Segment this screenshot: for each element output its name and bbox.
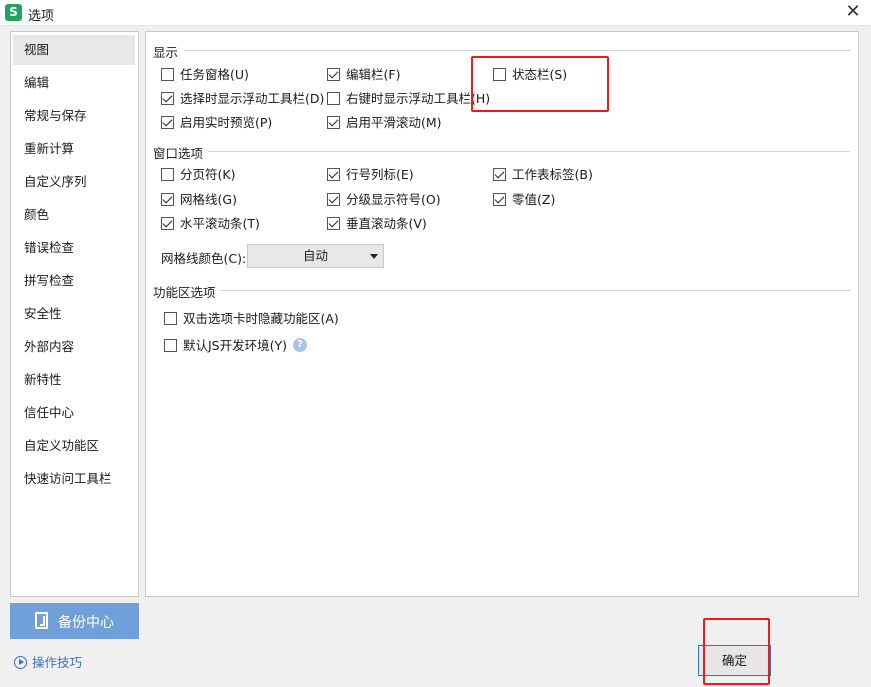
checkbox[interactable] xyxy=(164,312,177,325)
option-vertical-scrollbar[interactable]: 垂直滚动条(V) xyxy=(327,216,427,234)
grid-color-dropdown[interactable]: 自动 xyxy=(247,244,384,268)
checkbox-checked[interactable] xyxy=(493,168,506,181)
section-divider xyxy=(184,50,850,51)
checkbox[interactable] xyxy=(161,168,174,181)
section-title-ribbon-options: 功能区选项 xyxy=(153,285,216,300)
title-bar: S 选项 ✕ xyxy=(0,0,871,26)
option-horizontal-scrollbar[interactable]: 水平滚动条(T) xyxy=(161,216,260,234)
sidebar-item-spell-check[interactable]: 拼写检查 xyxy=(13,266,135,296)
backup-center-label: 备份中心 xyxy=(58,615,114,631)
checkbox-checked[interactable] xyxy=(327,193,340,206)
sidebar-item-view[interactable]: 视图 xyxy=(13,35,135,65)
option-task-pane[interactable]: 任务窗格(U) xyxy=(161,67,249,85)
option-row-col-headers[interactable]: 行号列标(E) xyxy=(327,167,414,185)
backup-icon xyxy=(35,612,48,629)
backup-center-button[interactable]: 备份中心 xyxy=(10,603,139,639)
section-divider xyxy=(220,290,850,291)
option-page-break[interactable]: 分页符(K) xyxy=(161,167,235,185)
option-gridlines[interactable]: 网格线(G) xyxy=(161,192,237,210)
operation-tips-link[interactable]: 操作技巧 xyxy=(14,652,82,671)
sidebar-item-color[interactable]: 颜色 xyxy=(13,200,135,230)
section-title-display: 显示 xyxy=(153,45,179,60)
section-title-window-options: 窗口选项 xyxy=(153,146,204,161)
sidebar-item-security[interactable]: 安全性 xyxy=(13,299,135,329)
chevron-down-icon xyxy=(370,254,378,259)
sidebar-item-error-check[interactable]: 错误检查 xyxy=(13,233,135,263)
option-outline-symbols[interactable]: 分级显示符号(O) xyxy=(327,192,441,210)
option-float-toolbar-on-select[interactable]: 选择时显示浮动工具栏(D) xyxy=(161,91,324,109)
option-live-preview[interactable]: 启用实时预览(P) xyxy=(161,115,272,133)
ok-button-highlight-box xyxy=(703,618,770,685)
checkbox-checked[interactable] xyxy=(161,217,174,230)
checkbox-checked[interactable] xyxy=(327,116,340,129)
sidebar-item-trust-center[interactable]: 信任中心 xyxy=(13,398,135,428)
option-formula-bar[interactable]: 编辑栏(F) xyxy=(327,67,400,85)
checkbox[interactable] xyxy=(161,68,174,81)
wps-app-icon: S xyxy=(5,4,22,21)
option-sheet-tabs[interactable]: 工作表标签(B) xyxy=(493,167,593,185)
option-smooth-scroll[interactable]: 启用平滑滚动(M) xyxy=(327,115,442,133)
sidebar-item-general-save[interactable]: 常规与保存 xyxy=(13,101,135,131)
checkbox-checked[interactable] xyxy=(161,193,174,206)
checkbox[interactable] xyxy=(327,92,340,105)
sidebar-item-custom-ribbon[interactable]: 自定义功能区 xyxy=(13,431,135,461)
sidebar-item-custom-list[interactable]: 自定义序列 xyxy=(13,167,135,197)
options-content-panel: 显示 任务窗格(U) 编辑栏(F) 状态栏(S) 选择时显示浮动工具栏(D) 右… xyxy=(145,31,859,597)
checkbox-checked[interactable] xyxy=(493,193,506,206)
sidebar-item-quick-access-toolbar[interactable]: 快速访问工具栏 xyxy=(13,464,135,494)
option-float-toolbar-on-right-click[interactable]: 右键时显示浮动工具栏(H) xyxy=(327,91,490,109)
checkbox-checked[interactable] xyxy=(327,168,340,181)
play-circle-icon xyxy=(14,656,27,669)
section-divider xyxy=(208,151,850,152)
checkbox-checked[interactable] xyxy=(161,116,174,129)
checkbox-checked[interactable] xyxy=(327,68,340,81)
status-bar-highlight-box xyxy=(471,56,609,112)
option-zero-values[interactable]: 零值(Z) xyxy=(493,192,555,210)
option-default-js-env[interactable]: 默认JS开发环境(Y) xyxy=(164,338,287,356)
grid-color-label: 网格线颜色(C): xyxy=(161,251,247,266)
window-title: 选项 xyxy=(28,9,55,24)
sidebar-item-new-features[interactable]: 新特性 xyxy=(13,365,135,395)
grid-color-value: 自动 xyxy=(302,248,328,263)
checkbox-checked[interactable] xyxy=(161,92,174,105)
checkbox-checked[interactable] xyxy=(327,217,340,230)
help-icon[interactable]: ? xyxy=(293,338,307,352)
sidebar-item-recalculate[interactable]: 重新计算 xyxy=(13,134,135,164)
sidebar-item-external-content[interactable]: 外部内容 xyxy=(13,332,135,362)
options-sidebar: 视图 编辑 常规与保存 重新计算 自定义序列 颜色 错误检查 拼写检查 安全性 … xyxy=(10,31,139,597)
sidebar-item-edit[interactable]: 编辑 xyxy=(13,68,135,98)
checkbox[interactable] xyxy=(164,339,177,352)
close-icon[interactable]: ✕ xyxy=(843,2,863,22)
option-hide-ribbon-on-double-click[interactable]: 双击选项卡时隐藏功能区(A) xyxy=(164,311,339,329)
